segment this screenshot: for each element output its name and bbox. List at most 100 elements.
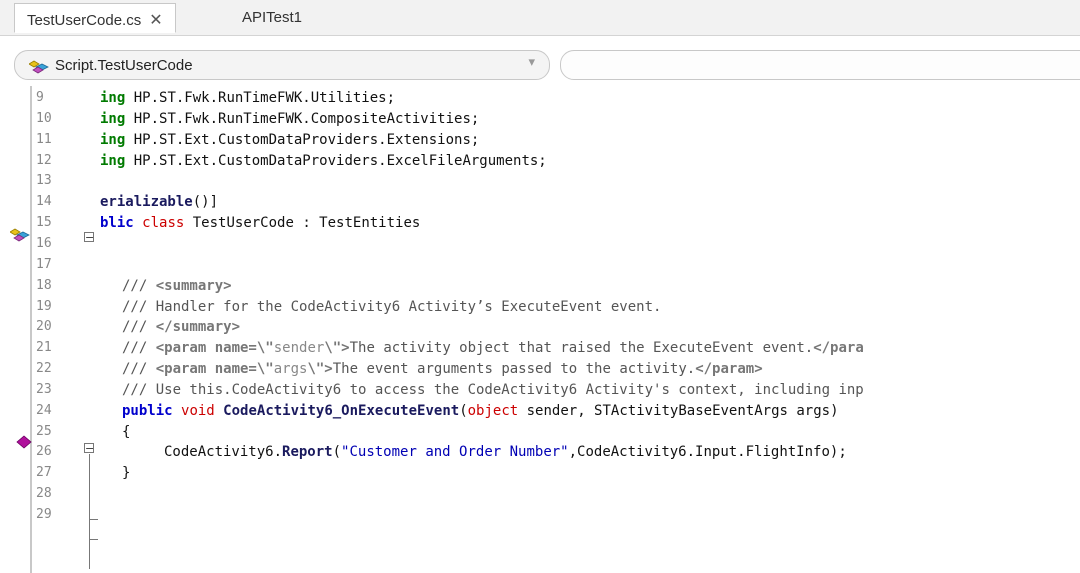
code-line[interactable]: 22 /// <param name=\"args\">The event arg… (0, 359, 1080, 379)
line-number: 27 (36, 465, 52, 481)
line-number: 29 (36, 507, 52, 522)
code-token: HP.ST.Ext.CustomDataProviders.ExcelFileA… (125, 152, 547, 169)
code-text: } (122, 463, 130, 483)
code-token: Report (282, 444, 333, 461)
code-token: void (181, 402, 215, 419)
code-token: HP.ST.Ext.CustomDataProviders.Extensions… (125, 131, 480, 148)
code-line[interactable]: 21 /// <param name=\"sender\">The activit… (0, 338, 1080, 358)
collapse-class-toggle[interactable]: − (84, 232, 94, 243)
code-line[interactable]: 20 /// </summary> (0, 317, 1080, 337)
member-selector-dropdown[interactable] (560, 50, 1080, 80)
code-text: blic class TestUserCode : TestEntities (100, 213, 420, 233)
code-line[interactable]: 12 ing HP.ST.Ext.CustomDataProviders.Exce… (0, 151, 1080, 171)
class-selector-dropdown[interactable]: Script.TestUserCode ▾ (14, 50, 550, 80)
code-line[interactable]: 17 (0, 255, 1080, 275)
code-line[interactable]: 29 (0, 505, 1080, 525)
code-token: /// Use this.CodeActivity6 to access the… (122, 381, 864, 398)
code-token: /// (122, 277, 156, 294)
code-line[interactable]: 18 /// <summary> (0, 276, 1080, 296)
code-token: ing (100, 131, 126, 148)
collapse-method-toggle[interactable]: − (84, 443, 94, 454)
code-token: ing (100, 90, 126, 106)
code-text: CodeActivity6.Report("Customer and Order… (164, 442, 847, 462)
code-token: The event arguments passed to the activi… (332, 361, 696, 378)
line-number: 15 (36, 215, 52, 231)
fold-guide-end (89, 539, 98, 540)
code-token: TestUserCode : TestEntities (184, 215, 421, 232)
code-line[interactable]: 27} (0, 463, 1080, 483)
code-line[interactable]: 28 (0, 484, 1080, 504)
close-icon[interactable]: ✕ (149, 12, 162, 29)
line-number: 26 (36, 444, 52, 460)
code-token: \"> (307, 361, 333, 378)
code-token: ,CodeActivity6.Input.FlightInfo); (568, 444, 847, 461)
code-token: </param> (695, 361, 763, 378)
line-number: 17 (36, 256, 52, 272)
code-line[interactable]: 9 ing HP.ST.Fwk.RunTimeFWK.Utilities; (0, 88, 1080, 108)
code-line[interactable]: 13 (0, 171, 1080, 191)
code-token: class (142, 215, 185, 232)
line-number: 14 (36, 194, 52, 210)
code-token: sender (273, 340, 325, 357)
chevron-down-icon: ▾ (528, 55, 535, 70)
code-line[interactable]: 10 ing HP.ST.Fwk.RunTimeFWK.CompositeActi… (0, 109, 1080, 129)
code-token: ing (100, 152, 126, 169)
code-token: { (122, 423, 131, 440)
line-number: 23 (36, 381, 52, 397)
line-number: 12 (36, 152, 52, 168)
line-number: 24 (36, 402, 52, 418)
code-token: } (122, 465, 131, 482)
code-token: <summary> (155, 277, 232, 294)
code-line[interactable]: 19 /// Handler for the CodeActivity6 Acti… (0, 297, 1080, 317)
code-text: /// <summary> (122, 276, 232, 296)
line-number: 9 (36, 90, 44, 105)
code-token: /// (122, 319, 156, 336)
code-text: /// </summary> (122, 317, 240, 337)
tab-label: APITest1 (242, 9, 303, 26)
code-token: ( (332, 444, 342, 461)
fold-guide-end (89, 519, 98, 520)
code-token: sender, STActivityBaseEventArgs args) (518, 402, 839, 419)
line-number: 25 (36, 423, 52, 439)
line-number: 20 (36, 319, 52, 335)
code-line[interactable]: 16 (0, 234, 1080, 254)
code-text: ing HP.ST.Fwk.RunTimeFWK.Utilities; (100, 88, 395, 108)
code-line[interactable]: 24 public void CodeActivity6_OnExecuteEve… (0, 401, 1080, 421)
code-text: /// Handler for the CodeActivity6 Activi… (122, 297, 661, 317)
code-token: HP.ST.Fwk.RunTimeFWK.Utilities; (125, 90, 396, 106)
code-text: { (122, 422, 130, 442)
code-token: The activity object that raised the Exec… (349, 340, 814, 357)
method-bookmark-icon (16, 435, 32, 449)
code-text: ing HP.ST.Fwk.RunTimeFWK.CompositeActivi… (100, 109, 479, 129)
code-token: \"> (324, 340, 350, 357)
code-token: args (273, 361, 308, 378)
line-number: 22 (36, 361, 52, 377)
fold-guide-line (89, 454, 90, 569)
code-line[interactable]: 25 { (0, 422, 1080, 442)
code-text: erializable()] (100, 192, 218, 212)
code-token: </summary> (155, 319, 241, 336)
line-number: 18 (36, 277, 52, 293)
code-line[interactable]: 15 blic class TestUserCode : TestEntities (0, 213, 1080, 233)
code-text: ing HP.ST.Ext.CustomDataProviders.Extens… (100, 130, 479, 150)
code-text: /// <param name=\"sender\">The activity … (122, 338, 864, 358)
document-tab-bar: TestUserCode.cs ✕ APITest1 (0, 0, 1080, 36)
code-line[interactable]: 23 /// Use this.CodeActivity6 to access t… (0, 380, 1080, 400)
line-number: 11 (36, 131, 52, 147)
code-token: blic (100, 215, 134, 232)
tab-testusercode[interactable]: TestUserCode.cs ✕ (14, 3, 176, 33)
code-line[interactable]: 26 CodeActivity6.Report("Customer and Ord… (0, 442, 1080, 462)
code-token: public (122, 402, 173, 419)
code-line[interactable]: 11 ing HP.ST.Ext.CustomDataProviders.Exte… (0, 130, 1080, 150)
code-line[interactable]: 14 erializable()] (0, 192, 1080, 212)
tab-apitest1[interactable]: APITest1 (230, 3, 314, 33)
code-token: ()] (192, 194, 219, 211)
code-token: ( (459, 402, 468, 419)
line-number: 28 (36, 486, 52, 502)
code-token: CodeActivity6. (164, 444, 283, 461)
line-number: 10 (36, 110, 52, 126)
code-text: /// <param name=\"args\">The event argum… (122, 359, 763, 379)
code-token: /// (122, 340, 156, 357)
